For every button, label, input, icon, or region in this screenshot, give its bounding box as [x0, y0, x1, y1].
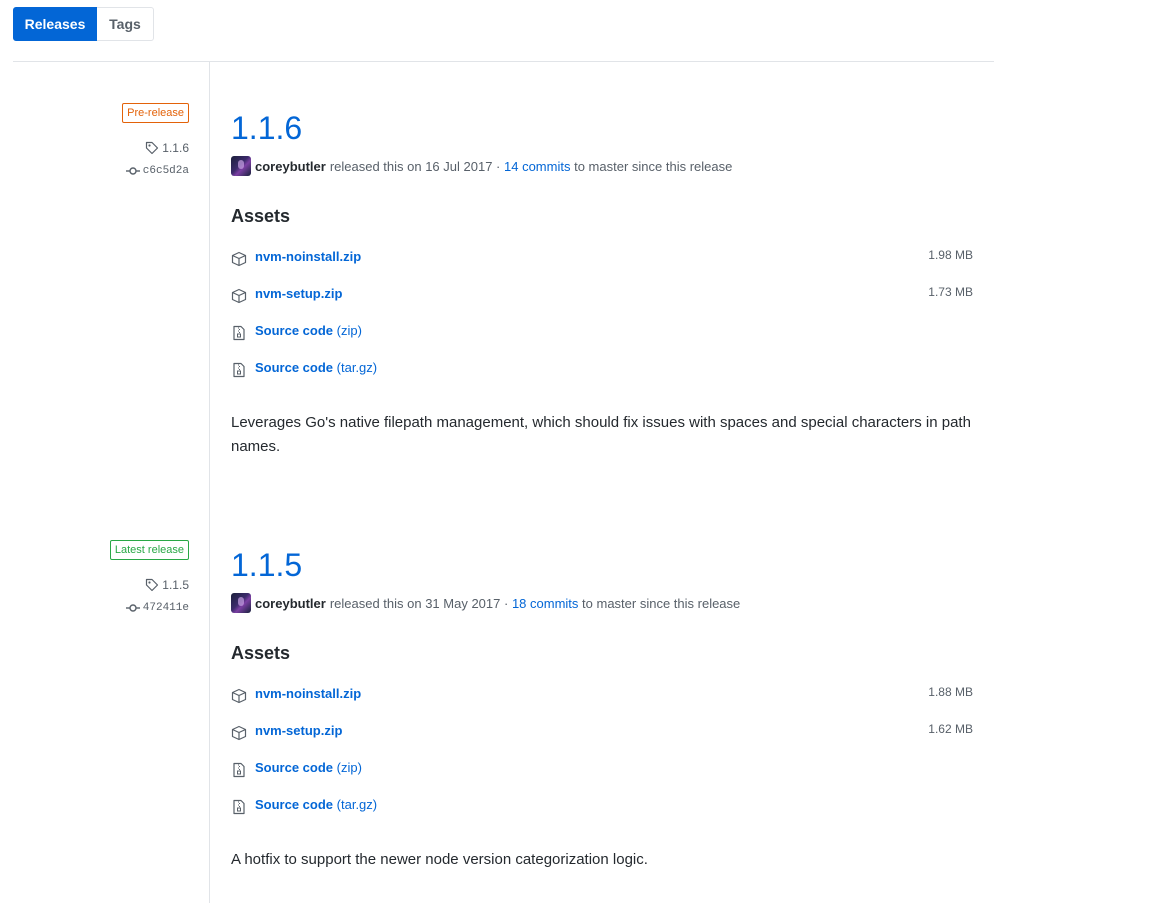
asset-download-link[interactable]: nvm-setup.zip: [255, 286, 342, 301]
commits-link[interactable]: 14 commits: [504, 159, 570, 174]
package-icon: [231, 725, 247, 741]
release-commit: c6c5d2a: [142, 165, 189, 177]
latest-release-badge: Latest release: [109, 540, 189, 560]
release-tag: 1.1.6: [162, 141, 189, 155]
release-tag-link[interactable]: 1.1.5: [145, 578, 189, 592]
asset-item: Source code (tar.gz): [231, 359, 973, 379]
release-version-title[interactable]: 1.1.5: [231, 545, 302, 585]
asset-item: nvm-setup.zip 1.73 MB: [231, 285, 973, 305]
release-tabs: Releases Tags: [13, 7, 154, 41]
package-icon: [231, 688, 247, 704]
release-tag: 1.1.5: [162, 578, 189, 592]
asset-download-link[interactable]: nvm-setup.zip: [255, 723, 342, 738]
source-code-tar-link[interactable]: Source code (tar.gz): [255, 797, 377, 812]
avatar[interactable]: [231, 593, 251, 613]
asset-download-link[interactable]: nvm-noinstall.zip: [255, 249, 361, 264]
released-date-text: released this on 16 Jul 2017 ·: [329, 158, 501, 174]
release-commit-link[interactable]: 472411e: [125, 602, 189, 614]
file-zip-icon: [233, 362, 245, 378]
timeline-divider: [209, 62, 210, 903]
asset-download-link[interactable]: nvm-noinstall.zip: [255, 686, 361, 701]
source-code-zip-link[interactable]: Source code (zip): [255, 323, 362, 338]
file-zip-icon: [233, 799, 245, 815]
asset-item: nvm-noinstall.zip 1.98 MB: [231, 248, 973, 268]
tab-tags[interactable]: Tags: [97, 7, 154, 41]
commit-icon: [125, 167, 140, 175]
release-description: Leverages Go's native filepath managemen…: [231, 414, 971, 455]
author-link[interactable]: coreybutler: [255, 596, 326, 611]
release-byline: coreybutler released this on 31 May 2017…: [231, 593, 740, 613]
file-zip-icon: [233, 762, 245, 778]
commit-icon: [125, 604, 140, 612]
asset-item: Source code (zip): [231, 322, 973, 342]
release-byline: coreybutler released this on 16 Jul 2017…: [231, 156, 732, 176]
assets-heading: Assets: [231, 643, 291, 663]
package-icon: [231, 251, 247, 267]
tag-icon: [146, 141, 159, 155]
asset-item: Source code (zip): [231, 759, 973, 779]
assets-heading: Assets: [231, 206, 291, 226]
source-code-zip-link[interactable]: Source code (zip): [255, 760, 362, 775]
file-zip-icon: [233, 325, 245, 341]
package-icon: [231, 288, 247, 304]
tab-releases[interactable]: Releases: [13, 7, 97, 41]
source-code-tar-link[interactable]: Source code (tar.gz): [255, 360, 377, 375]
avatar[interactable]: [231, 156, 251, 176]
commits-suffix-text: to master since this release: [574, 158, 733, 174]
commits-link[interactable]: 18 commits: [512, 596, 578, 611]
release-version-title[interactable]: 1.1.6: [231, 108, 302, 148]
release-commit-link[interactable]: c6c5d2a: [125, 165, 189, 177]
asset-item: nvm-setup.zip 1.62 MB: [231, 722, 973, 742]
release-commit: 472411e: [142, 602, 189, 614]
asset-size: 1.88 MB: [928, 685, 973, 699]
released-date-text: released this on 31 May 2017 ·: [329, 595, 509, 611]
asset-item: nvm-noinstall.zip 1.88 MB: [231, 685, 973, 705]
header-divider: [13, 61, 994, 62]
pre-release-badge: Pre-release: [122, 103, 189, 123]
asset-size: 1.73 MB: [928, 285, 973, 299]
asset-item: Source code (tar.gz): [231, 796, 973, 816]
commits-suffix-text: to master since this release: [582, 595, 741, 611]
tag-icon: [146, 578, 159, 592]
asset-size: 1.62 MB: [928, 722, 973, 736]
author-link[interactable]: coreybutler: [255, 159, 326, 174]
asset-size: 1.98 MB: [928, 248, 973, 262]
release-tag-link[interactable]: 1.1.6: [145, 141, 189, 155]
release-description: A hotfix to support the newer node versi…: [231, 851, 648, 868]
